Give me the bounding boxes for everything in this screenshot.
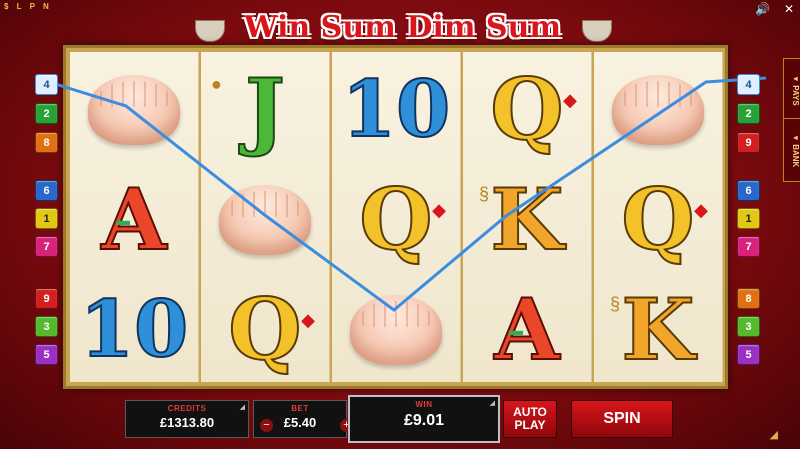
game-title: Win Sum Dim Sum bbox=[243, 9, 562, 45]
fan-icon: ◆ bbox=[432, 200, 446, 220]
symbol-letter: 10 bbox=[341, 64, 452, 155]
dumpling-symbol bbox=[594, 56, 722, 164]
symbol-letter: A bbox=[493, 280, 560, 379]
bet-decrease-button[interactable]: − bbox=[260, 419, 273, 432]
symbol-letter: K bbox=[620, 280, 695, 379]
payline-indicator-6[interactable]: 6 bbox=[737, 180, 760, 201]
reels-frame: Q ◆ K § Q ◆ K § A ▬ 10 Q ◆ J ● Q ◆ A ▬ 10 bbox=[35, 45, 767, 389]
jade-icon: ▬ bbox=[509, 322, 523, 338]
symbol-q: Q ◆ bbox=[463, 56, 591, 164]
coin-icon: ● bbox=[211, 74, 222, 94]
payline-indicator-3[interactable]: 3 bbox=[35, 316, 58, 337]
payline-indicator-1[interactable]: 1 bbox=[35, 208, 58, 229]
credits-panel: CREDITS £1313.80 ◢ bbox=[125, 400, 249, 438]
payline-indicator-5[interactable]: 5 bbox=[737, 344, 760, 365]
dumpling-symbol bbox=[70, 56, 198, 164]
payline-indicator-4[interactable]: 4 bbox=[35, 74, 58, 95]
win-panel: WIN £9.01 ◢ bbox=[348, 395, 500, 443]
operator-logo: $ L P N bbox=[4, 2, 52, 11]
payline-indicator-8[interactable]: 8 bbox=[737, 288, 760, 309]
bowl-icon bbox=[582, 20, 612, 42]
corner-arrow-icon: ◢ bbox=[239, 404, 245, 411]
dumpling-icon bbox=[88, 75, 180, 145]
corner-arrow-icon: ◢ bbox=[489, 400, 495, 407]
speaker-icon[interactable]: 🔊 bbox=[755, 2, 770, 16]
symbol-a: A ▬ bbox=[70, 166, 198, 274]
symbol-j: J ● bbox=[201, 56, 329, 164]
game-title-banner: Win Sum Dim Sum bbox=[195, 6, 612, 48]
symbol-letter: Q bbox=[620, 170, 695, 269]
dumpling-symbol bbox=[201, 166, 329, 274]
symbol-q: Q ◆ bbox=[201, 276, 329, 384]
autoplay-button[interactable]: AUTO PLAY bbox=[503, 400, 557, 438]
symbol-k: K § bbox=[594, 276, 722, 384]
payline-indicator-2[interactable]: 2 bbox=[35, 103, 58, 124]
symbol-letter: Q bbox=[358, 170, 433, 269]
reel-4: Q ◆ K § A ▬ bbox=[463, 52, 592, 382]
dumpling-icon bbox=[612, 75, 704, 145]
symbol-k: K § bbox=[463, 166, 591, 274]
symbol-a: A ▬ bbox=[463, 276, 591, 384]
reel-1: A ▬ 10 bbox=[70, 52, 199, 382]
win-value: £9.01 bbox=[403, 412, 445, 429]
bank-tab[interactable]: ◂ BANK bbox=[783, 118, 800, 182]
fan-icon: ◆ bbox=[563, 90, 577, 110]
corner-icons: 🔊 ✕ bbox=[755, 2, 794, 16]
settings-corner-icon[interactable]: ◢ bbox=[770, 428, 778, 441]
symbol-10: 10 bbox=[70, 276, 198, 384]
payline-indicator-8[interactable]: 8 bbox=[35, 132, 58, 153]
payline-indicator-1[interactable]: 1 bbox=[737, 208, 760, 229]
payline-indicator-6[interactable]: 6 bbox=[35, 180, 58, 201]
dumpling-symbol bbox=[332, 276, 460, 384]
dumpling-icon bbox=[219, 185, 311, 255]
credits-value: £1313.80 bbox=[159, 415, 215, 430]
payline-indicator-9[interactable]: 9 bbox=[737, 132, 760, 153]
symbol-q: Q ◆ bbox=[332, 166, 460, 274]
fan-icon: ◆ bbox=[694, 200, 708, 220]
payline-indicator-7[interactable]: 7 bbox=[35, 236, 58, 257]
fan-icon: ◆ bbox=[301, 310, 315, 330]
payline-indicator-3[interactable]: 3 bbox=[737, 316, 760, 337]
payline-indicator-4[interactable]: 4 bbox=[737, 74, 760, 95]
symbol-letter: 10 bbox=[79, 284, 190, 375]
symbol-q: Q ◆ bbox=[594, 166, 722, 274]
reel-2: J ● Q ◆ bbox=[201, 52, 330, 382]
symbol-letter: J bbox=[244, 60, 286, 159]
dragon-icon: § bbox=[479, 184, 490, 204]
dragon-icon: § bbox=[610, 294, 621, 314]
symbol-10: 10 bbox=[332, 56, 460, 164]
symbol-letter: Q bbox=[489, 60, 564, 159]
bet-label: BET bbox=[291, 404, 309, 413]
win-label: WIN bbox=[415, 400, 433, 409]
reel-5: Q ◆ K § bbox=[594, 52, 723, 382]
symbol-letter: K bbox=[489, 170, 564, 269]
payline-indicator-7[interactable]: 7 bbox=[737, 236, 760, 257]
symbol-letter: A bbox=[100, 170, 167, 269]
reel-3: 10 Q ◆ bbox=[332, 52, 461, 382]
spin-button[interactable]: SPIN bbox=[571, 400, 673, 438]
close-icon[interactable]: ✕ bbox=[784, 2, 794, 16]
credits-label: CREDITS bbox=[167, 404, 207, 413]
payline-indicator-9[interactable]: 9 bbox=[35, 288, 58, 309]
pays-tab[interactable]: ◂ PAYS bbox=[783, 58, 800, 122]
bet-panel: BET £5.40 − + bbox=[253, 400, 353, 438]
payline-indicator-5[interactable]: 5 bbox=[35, 344, 58, 365]
jade-icon: ▬ bbox=[116, 212, 130, 228]
symbol-letter: Q bbox=[227, 280, 302, 379]
payline-indicator-2[interactable]: 2 bbox=[737, 103, 760, 124]
dumpling-icon bbox=[350, 295, 442, 365]
teapot-icon bbox=[195, 20, 225, 42]
